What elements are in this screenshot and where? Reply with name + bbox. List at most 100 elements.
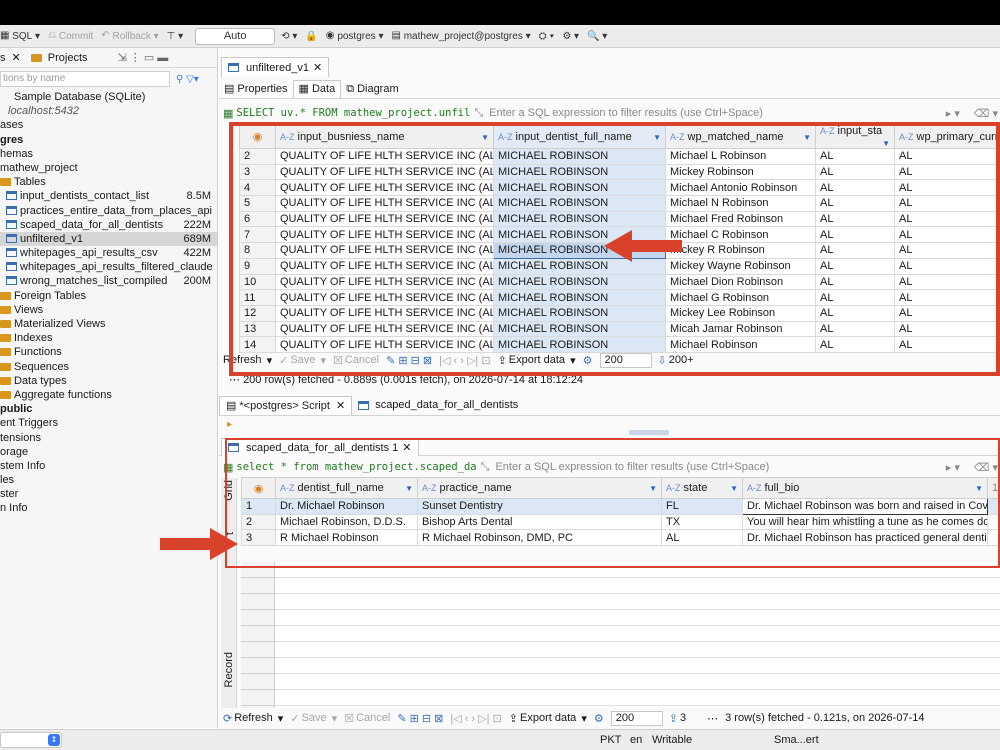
row-number[interactable]: 8 (239, 242, 276, 259)
tree-item[interactable]: Functions (0, 345, 217, 359)
tab-diagram[interactable]: ⧉ Diagram (341, 80, 403, 98)
row-number[interactable]: 6 (239, 210, 276, 228)
table-row[interactable]: 13 QUALITY OF LIFE HLTH SERVICE INC (AL) M… (239, 320, 1000, 338)
tree-item[interactable]: Data types (0, 374, 217, 388)
filter-expand-icon[interactable]: ⤡ (474, 107, 483, 120)
table-cell[interactable]: Michael N Robinson (665, 195, 816, 212)
tree-item[interactable]: unfiltered_v1 689M (0, 231, 217, 247)
row-number[interactable]: 3 (239, 163, 276, 181)
table-cell[interactable]: Michael Dion Robinson (665, 273, 816, 291)
column-header[interactable]: A-Z dentist_full_name ▼ (275, 477, 418, 499)
table-cell[interactable]: R Michael Robinson (275, 529, 418, 547)
tab-script[interactable]: ▤ *<postgres> Script ✕ (219, 396, 353, 415)
table-cell[interactable]: QUALITY OF LIFE HLTH SERVICE INC (AL) (275, 320, 494, 338)
column-header[interactable]: A-Z full_bio ▼ (742, 477, 988, 499)
tab-projects[interactable]: Projects (30, 52, 88, 64)
table-cell[interactable] (987, 498, 1000, 515)
table-cell[interactable]: AL (661, 529, 743, 547)
table-cell[interactable]: AL (815, 163, 895, 181)
tree-item[interactable]: Tables (0, 175, 217, 189)
table-cell[interactable]: AL (815, 148, 895, 165)
table-cell[interactable]: MICHAEL ROBINSON (493, 163, 666, 181)
commit-mode-field[interactable]: Auto (195, 27, 276, 45)
table-cell[interactable]: QUALITY OF LIFE HLTH SERVICE INC (AL) (275, 289, 494, 306)
column-header[interactable]: 123 (987, 477, 1000, 499)
table-cell[interactable] (987, 513, 1000, 531)
tab-navigator[interactable]: s ✕ (0, 51, 21, 65)
table-cell[interactable]: Dr. Michael Robinson has practiced gener… (742, 529, 988, 547)
tab-scaped-data[interactable]: scaped_data_for_all_dentists (352, 396, 524, 415)
table-cell[interactable]: QUALITY OF LIFE HLTH SERVICE INC (AL) (275, 148, 494, 165)
save-button[interactable]: ✓ Save ▾ (279, 354, 326, 367)
table-cell[interactable]: AL (894, 210, 1000, 228)
table-cell[interactable]: AL (815, 210, 895, 228)
transaction-mode-icon[interactable]: ⊤ ▾ (167, 31, 184, 42)
table-cell[interactable]: AL (815, 257, 895, 275)
rollback-button[interactable]: ↶ Rollback ▾ (101, 31, 158, 42)
lower-sql-text[interactable]: select * from mathew_project.scaped_da (233, 461, 476, 473)
row-number[interactable]: 4 (239, 179, 276, 197)
table-cell[interactable]: MICHAEL ROBINSON (493, 289, 666, 306)
fetch-more-button[interactable]: ⇩ 200+ (658, 354, 694, 367)
network-icon[interactable]: ⛭ ▾ (539, 31, 555, 42)
tree-item[interactable]: gres (0, 133, 217, 147)
tree-item[interactable]: public (0, 402, 217, 416)
column-header[interactable]: A-Z input_busniess_name ▼ (275, 124, 494, 149)
tab-record[interactable]: Record (223, 652, 235, 687)
table-cell[interactable]: Michael C Robinson (665, 226, 816, 244)
sql-dropdown[interactable]: ▦ SQL ▾ (0, 31, 40, 42)
table-cell[interactable]: AL (815, 273, 895, 291)
tree-item[interactable]: ases (0, 118, 217, 132)
table-cell[interactable]: Michael Fred Robinson (665, 210, 816, 228)
upper-filter-input[interactable]: Enter a SQL expression to filter results… (483, 107, 946, 119)
tree-item[interactable]: scaped_data_for_all_dentists 222M (0, 218, 217, 232)
datasource-selector[interactable]: ◉ postgres ▾ (326, 31, 384, 42)
table-cell[interactable] (987, 529, 1000, 547)
table-row[interactable]: 5 QUALITY OF LIFE HLTH SERVICE INC (AL) MI… (239, 195, 1000, 212)
search-icon[interactable]: 🔍 ▾ (587, 31, 607, 42)
row-number[interactable]: 2 (241, 513, 276, 531)
row-number[interactable]: 13 (239, 320, 276, 338)
column-header[interactable]: A-Z wp_primary_curre (894, 124, 1000, 149)
table-cell[interactable]: AL (894, 226, 1000, 244)
table-cell[interactable]: Mickey Wayne Robinson (665, 257, 816, 275)
row-number[interactable]: 9 (239, 257, 276, 275)
tree-item[interactable]: localhost:5432 (0, 104, 217, 118)
row-number[interactable]: 7 (239, 226, 276, 244)
tree-item[interactable]: whitepages_api_results_filtered_claude (0, 260, 217, 274)
column-header[interactable]: A-Z state ▼ (661, 477, 743, 499)
refresh-button[interactable]: ⟳ Refresh ▾ (223, 712, 283, 725)
tree-item[interactable]: whitepages_api_results_csv 422M (0, 246, 217, 260)
filter-apply-icon[interactable]: ▸ ▾ (946, 461, 960, 474)
row-number[interactable]: 5 (239, 195, 276, 212)
table-cell[interactable]: Micah Jamar Robinson (665, 320, 816, 338)
table-row[interactable]: 3R Michael Robinson R Michael Robinson, D… (241, 529, 1000, 547)
table-cell[interactable]: AL (894, 304, 1000, 322)
tree-item[interactable]: hemas (0, 147, 217, 161)
eraser-icon[interactable]: ⌫ ▾ (974, 461, 998, 474)
table-cell[interactable]: AL (894, 289, 1000, 306)
table-cell[interactable]: QUALITY OF LIFE HLTH SERVICE INC (AL) (275, 242, 494, 259)
table-cell[interactable]: FL (661, 498, 743, 515)
pagination-icons[interactable]: |◁ ‹ › ▷| ⊡ (439, 354, 490, 367)
table-row[interactable]: 10 QUALITY OF LIFE HLTH SERVICE INC (AL) M… (239, 273, 1000, 291)
table-cell[interactable]: MICHAEL ROBINSON (493, 210, 666, 228)
table-cell[interactable]: QUALITY OF LIFE HLTH SERVICE INC (AL) (275, 210, 494, 228)
cancel-button[interactable]: ☒ Cancel (333, 354, 379, 367)
tab-unfiltered-v1[interactable]: unfiltered_v1 ✕ (221, 57, 330, 77)
tree-item[interactable]: les (0, 473, 217, 487)
splitter-handle[interactable] (629, 430, 669, 435)
tree-item[interactable]: n Info (0, 501, 217, 515)
refresh-button[interactable]: Refresh ▾ (223, 354, 272, 367)
history-icon[interactable]: ⟲ ▾ (281, 31, 297, 42)
table-cell[interactable]: MICHAEL ROBINSON (493, 304, 666, 322)
table-cell[interactable]: Michael G Robinson (665, 289, 816, 306)
table-cell[interactable]: AL (894, 163, 1000, 181)
close-icon[interactable]: ✕ (313, 61, 322, 74)
export-data-button[interactable]: ⇪ Export data ▾ (509, 712, 587, 725)
tools-icon[interactable]: ⚙ ▾ (562, 31, 579, 42)
tree-item[interactable]: input_dentists_contact_list 8.5M (0, 189, 217, 203)
table-cell[interactable]: AL (815, 289, 895, 306)
column-header[interactable]: A-Z wp_matched_name ▼ (665, 124, 816, 149)
table-cell[interactable]: You will hear him whistling a tune as he… (742, 513, 988, 531)
